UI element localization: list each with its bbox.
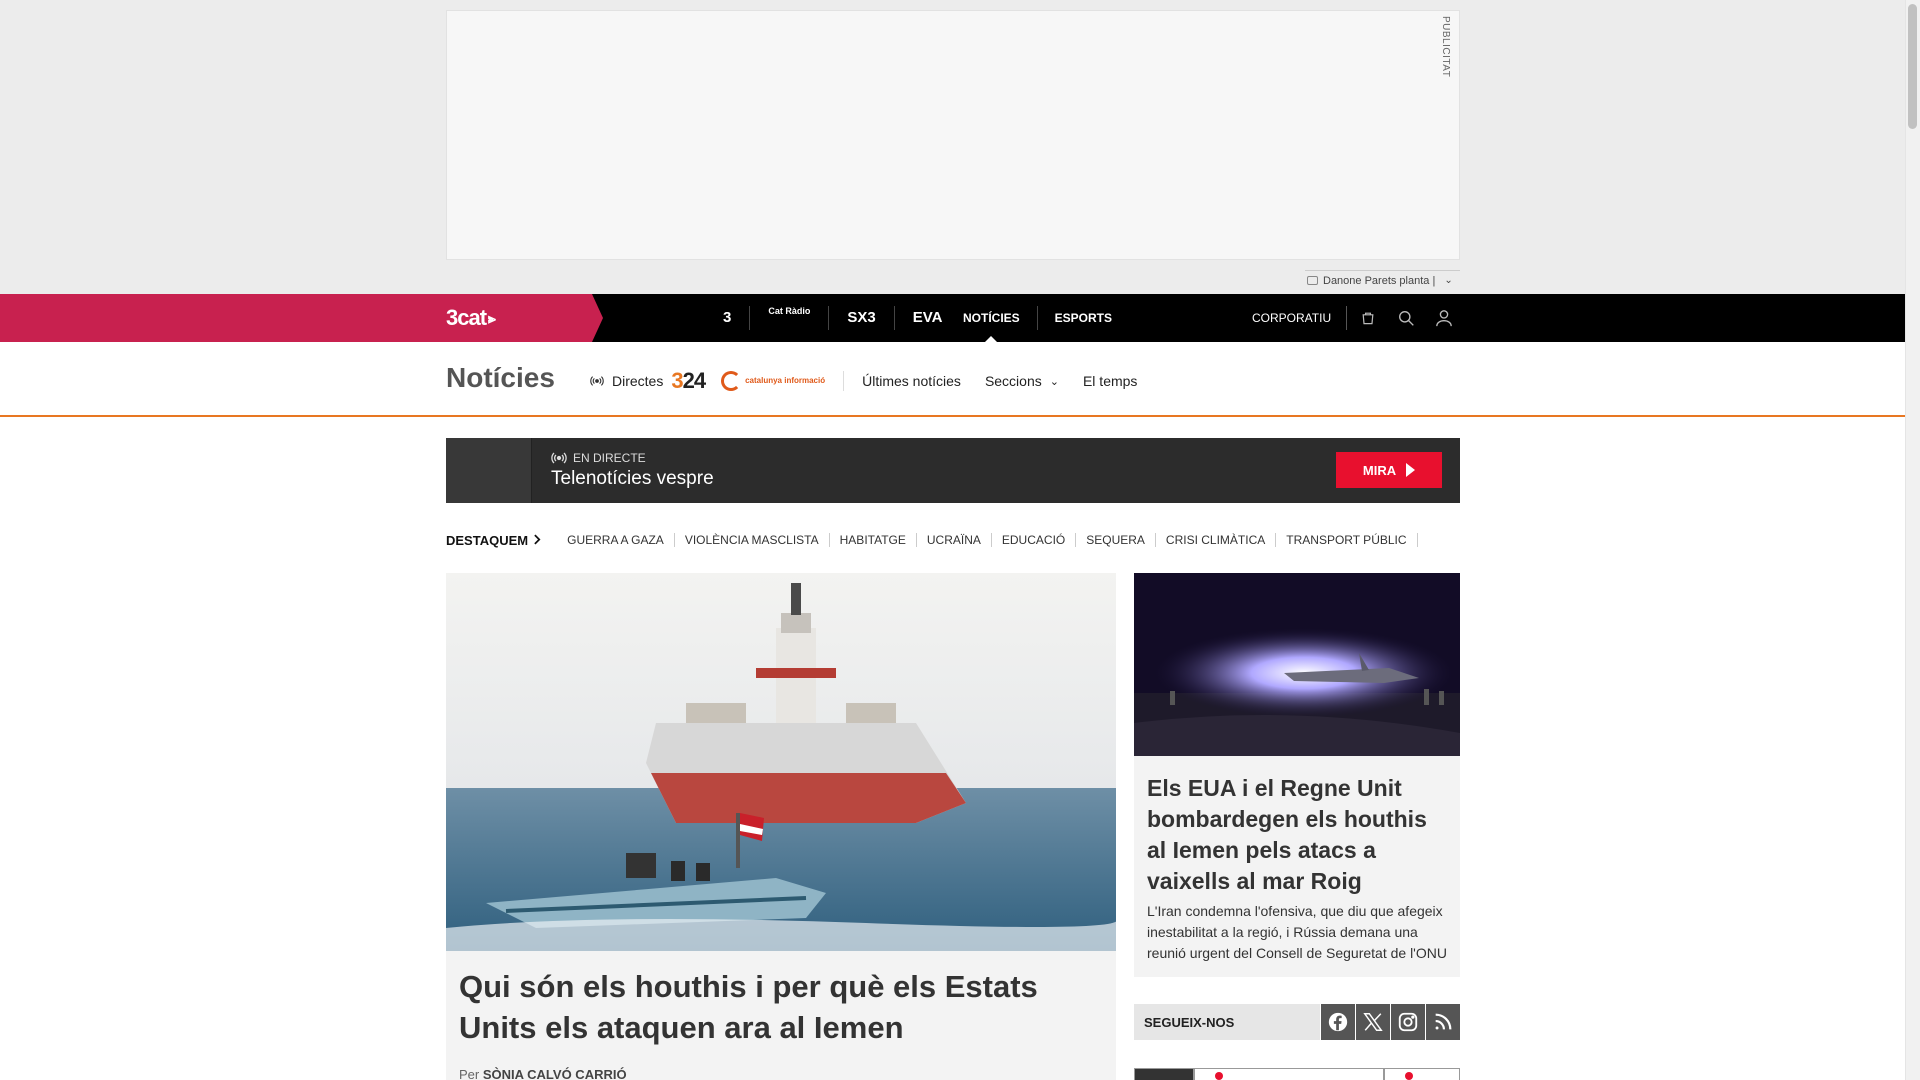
nav-esports[interactable]: ESPORTS: [1038, 306, 1129, 330]
ad-label: PUBLICITAT: [1440, 16, 1451, 78]
logo-catalunya-informacio[interactable]: catalunya informació: [721, 371, 845, 391]
bottom-tabs: [1134, 1068, 1460, 1080]
play-icon: [1406, 463, 1416, 477]
nav-corporatiu[interactable]: CORPORATIU: [1252, 306, 1348, 330]
main-article-byline: Per SÒNIA CALVÓ CARRIÓ: [459, 1067, 627, 1080]
tag-link[interactable]: VIOLÈNCIA MASCLISTA: [675, 533, 830, 547]
seccions-dropdown[interactable]: Seccions ⌄: [985, 373, 1059, 389]
page-title: Notícies: [446, 362, 555, 393]
watch-live-label: MIRA: [1362, 462, 1397, 478]
facebook-icon[interactable]: [1321, 1004, 1355, 1040]
page-scrollbar[interactable]: [1905, 0, 1920, 1080]
brand-logo-text: 3cat: [446, 305, 487, 330]
brand-logo[interactable]: 3cat ⫸: [446, 305, 496, 331]
tag-link[interactable]: SEQUERA: [1076, 533, 1156, 547]
nav-icon-group: [1358, 306, 1454, 330]
watch-live-button[interactable]: MIRA: [1336, 452, 1442, 488]
shop-bag-icon[interactable]: [1358, 306, 1378, 330]
channel-sx3[interactable]: SX3: [829, 306, 895, 330]
seccions-label: Seccions: [984, 373, 1042, 389]
ad-zone: PUBLICITAT Danone Parets planta | ⌄: [0, 0, 1905, 294]
live-dot-icon: [1405, 1072, 1413, 1080]
channel-tv3[interactable]: 3: [705, 306, 751, 330]
tag-link[interactable]: GUERRA A GAZA: [557, 533, 675, 547]
side-article-image[interactable]: [1134, 573, 1460, 756]
main-article[interactable]: Qui són els houthis i per què els Estats…: [446, 573, 1116, 1080]
byline-prefix: Per: [459, 1067, 480, 1080]
live-banner[interactable]: EN DIRECTE Telenotícies vespre MIRA: [446, 438, 1460, 503]
brand-arrows-icon: ⫸: [488, 309, 496, 326]
user-icon[interactable]: [1434, 306, 1454, 330]
main-nav-links: NOTÍCIES ESPORTS: [946, 294, 1129, 342]
bottom-tab[interactable]: [1194, 1068, 1384, 1080]
destaquem-label: DESTAQUEM: [446, 533, 541, 548]
channel-list: 3 Cat Ràdio SX3 EVA: [705, 294, 960, 342]
x-icon[interactable]: [1356, 1004, 1390, 1040]
directes-link[interactable]: Directes: [612, 373, 663, 389]
tag-link[interactable]: CRISI CLIMÀTICA: [1156, 533, 1277, 547]
rss-icon[interactable]: [1426, 1004, 1460, 1040]
article-author[interactable]: SÒNIA CALVÓ CARRIÓ: [483, 1067, 627, 1080]
el-temps-link[interactable]: El temps: [1083, 373, 1137, 389]
tag-link[interactable]: EDUCACIÓ: [992, 533, 1077, 547]
live-dot-icon: [1215, 1072, 1223, 1080]
chevron-down-icon: ⌄: [1444, 275, 1453, 286]
live-broadcast-icon: [551, 452, 567, 464]
follow-us-bar: SEGUEIX-NOS: [1134, 1004, 1460, 1040]
live-thumbnail: [446, 438, 532, 503]
follow-label: SEGUEIX-NOS: [1134, 1004, 1320, 1040]
chevron-right-icon: [534, 533, 541, 548]
live-broadcast-icon: [590, 374, 604, 388]
nav-noticies[interactable]: NOTÍCIES: [946, 306, 1038, 342]
side-article[interactable]: Els EUA i el Regne Unit bombardegen els …: [1134, 573, 1460, 977]
main-article-title[interactable]: Qui són els houthis i per què els Estats…: [459, 966, 1109, 1048]
ad-sponsor-text: Danone Parets planta |: [1323, 274, 1436, 287]
tag-link[interactable]: TRANSPORT PÚBLIC: [1276, 533, 1418, 547]
logo-324[interactable]: 324: [671, 368, 706, 394]
live-badge-text: EN DIRECTE: [573, 451, 646, 465]
chevron-down-icon: ⌄: [1049, 375, 1059, 388]
live-badge: EN DIRECTE: [551, 451, 646, 465]
search-icon[interactable]: [1396, 306, 1416, 330]
ad-sponsor[interactable]: Danone Parets planta | ⌄: [1305, 270, 1460, 290]
ad-banner[interactable]: [446, 10, 1460, 260]
featured-tags: DESTAQUEM GUERRA A GAZA VIOLÈNCIA MASCLI…: [446, 530, 1418, 550]
instagram-icon[interactable]: [1391, 1004, 1425, 1040]
top-navigation: 3cat ⫸ 3 Cat Ràdio SX3 EVA NOTÍCIES ESPO…: [0, 294, 1905, 342]
tag-link[interactable]: HABITATGE: [830, 533, 917, 547]
channel-catradio[interactable]: Cat Ràdio: [750, 306, 830, 330]
tag-icon: [1307, 276, 1318, 285]
ci-logo-icon: [721, 371, 742, 391]
section-nav: Directes 324 catalunya informació Últime…: [590, 366, 1161, 396]
ci-logo-text: catalunya informació: [745, 376, 826, 385]
scrollbar-thumb[interactable]: [1908, 4, 1917, 129]
brand-background: [0, 294, 603, 342]
tag-link[interactable]: UCRAÏNA: [917, 533, 992, 547]
main-article-image[interactable]: [446, 573, 1116, 951]
destaquem-text: DESTAQUEM: [446, 532, 529, 548]
bottom-tab[interactable]: [1384, 1068, 1460, 1080]
ultimes-noticies-link[interactable]: Últimes notícies: [862, 373, 961, 389]
side-article-title[interactable]: Els EUA i el Regne Unit bombardegen els …: [1147, 773, 1447, 897]
section-header: Notícies Directes 324 catalunya informac…: [0, 342, 1905, 417]
bottom-tab[interactable]: [1134, 1068, 1194, 1080]
side-article-summary: L'Iran condemna l'ofensiva, que diu que …: [1147, 903, 1447, 961]
live-title: Telenotícies vespre: [551, 468, 714, 489]
